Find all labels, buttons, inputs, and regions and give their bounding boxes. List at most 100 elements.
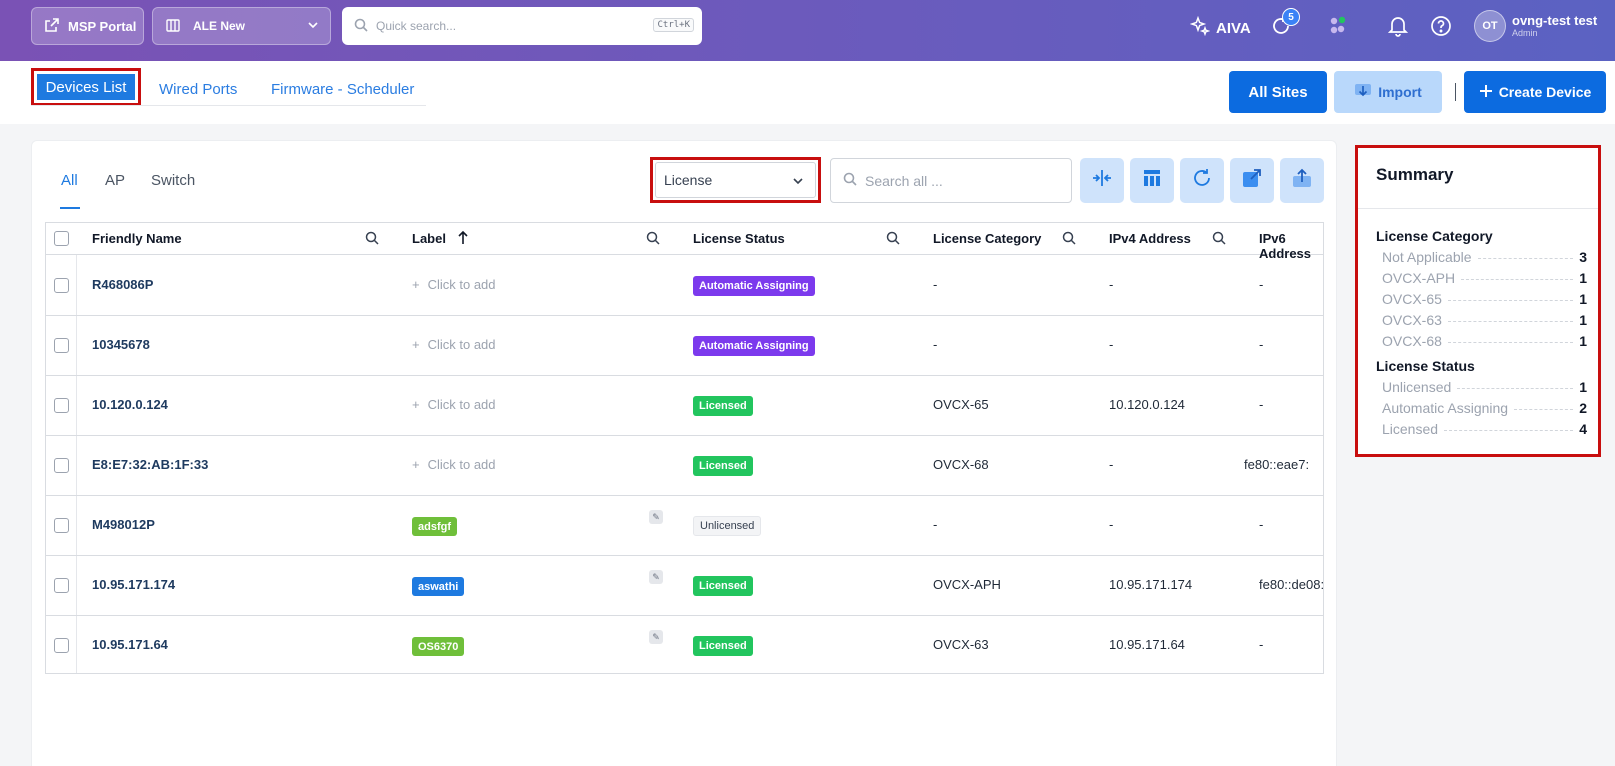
aiva-button[interactable]: AIVA: [1189, 15, 1251, 40]
search-icon[interactable]: [1062, 231, 1076, 250]
summary-title: Summary: [1376, 165, 1454, 184]
row-checkbox[interactable]: [54, 398, 69, 413]
license-category: OVCX-APH: [933, 577, 1001, 592]
filter-tab-all[interactable]: All: [61, 172, 78, 189]
edit-icon[interactable]: ✎: [649, 570, 663, 584]
tab-firmware-scheduler[interactable]: Firmware - Scheduler: [271, 81, 414, 98]
table-row[interactable]: M498012P adsfgf ✎ Unlicensed - - -: [46, 496, 1323, 556]
column-settings-button[interactable]: [1130, 158, 1174, 203]
select-all-checkbox[interactable]: [54, 231, 69, 246]
tasks-badge: 5: [1282, 8, 1300, 26]
aiva-label: AIVA: [1216, 19, 1251, 37]
header-license-category[interactable]: License Category: [933, 231, 1041, 246]
row-checkbox[interactable]: [54, 518, 69, 533]
table-row[interactable]: 10345678 + Click to add Automatic Assigni…: [46, 316, 1323, 376]
msp-portal-label: MSP Portal: [68, 18, 137, 34]
export-button[interactable]: [1280, 158, 1324, 203]
sort-ascending-icon[interactable]: [456, 230, 470, 250]
create-device-button[interactable]: Create Device: [1464, 71, 1606, 113]
user-name[interactable]: ovng-test test: [1512, 13, 1597, 28]
table-row[interactable]: R468086P + Click to add Automatic Assigni…: [46, 256, 1323, 316]
device-label-tag: aswathi: [412, 577, 465, 596]
chevron-down-icon: [791, 174, 805, 191]
filter-tab-switch[interactable]: Switch: [151, 172, 195, 189]
header-ipv4[interactable]: IPv4 Address: [1109, 231, 1191, 246]
refresh-icon: [1191, 167, 1213, 194]
ipv6-address: -: [1259, 397, 1264, 412]
friendly-name[interactable]: 10345678: [92, 337, 150, 352]
apps-icon[interactable]: [1327, 15, 1349, 42]
summary-category-heading: License Category: [1376, 228, 1493, 244]
chevron-down-icon: [306, 18, 320, 35]
friendly-name[interactable]: M498012P: [92, 517, 155, 532]
summary-item-count: 3: [1579, 249, 1587, 265]
search-icon[interactable]: [1212, 231, 1226, 250]
header-label[interactable]: Label: [412, 231, 446, 246]
summary-item: OVCX-68 1: [1382, 332, 1587, 350]
search-icon[interactable]: [886, 231, 900, 250]
table-row[interactable]: E8:E7:32:AB:1F:33 + Click to add Licensed…: [46, 436, 1323, 496]
open-external-button[interactable]: [1230, 158, 1274, 203]
all-sites-button[interactable]: All Sites: [1229, 71, 1327, 113]
friendly-name[interactable]: 10.95.171.64: [92, 637, 168, 652]
column-group-dropdown[interactable]: License: [650, 157, 821, 203]
header-license-status[interactable]: License Status: [693, 231, 785, 246]
avatar[interactable]: OT: [1474, 10, 1506, 42]
license-status-badge: Licensed: [693, 456, 753, 476]
row-checkbox[interactable]: [54, 458, 69, 473]
table-search-input[interactable]: Search all ...: [830, 158, 1072, 203]
bell-icon[interactable]: [1387, 15, 1409, 42]
license-status-badge: Automatic Assigning: [693, 276, 815, 296]
search-icon[interactable]: [365, 231, 379, 250]
summary-item: Not Applicable 3: [1382, 248, 1587, 266]
tab-devices-list[interactable]: Devices List: [31, 68, 141, 106]
tab-wired-ports[interactable]: Wired Ports: [159, 81, 237, 98]
help-icon[interactable]: [1430, 15, 1452, 42]
table-row[interactable]: 10.95.171.174 aswathi ✎ Licensed OVCX-AP…: [46, 556, 1323, 616]
row-checkbox[interactable]: [54, 338, 69, 353]
import-icon: [1354, 82, 1372, 103]
add-label-button[interactable]: + Click to add: [412, 457, 496, 472]
summary-item: OVCX-65 1: [1382, 290, 1587, 308]
edit-icon[interactable]: ✎: [649, 630, 663, 644]
table-row[interactable]: 10.95.171.64 OS6370 ✎ Licensed OVCX-63 1…: [46, 616, 1323, 673]
refresh-button[interactable]: [1180, 158, 1224, 203]
top-bar: MSP Portal ALE New Quick search... Ctrl+…: [0, 0, 1615, 61]
table-header: Friendly Name Label License Status Licen…: [46, 223, 1323, 261]
plus-icon: +: [412, 457, 420, 472]
quick-search-input[interactable]: Quick search... Ctrl+K: [342, 7, 702, 45]
license-category: -: [933, 517, 938, 532]
import-button[interactable]: Import: [1334, 71, 1442, 113]
friendly-name[interactable]: R468086P: [92, 277, 153, 292]
header-friendly-name[interactable]: Friendly Name: [92, 231, 182, 246]
summary-item-count: 1: [1579, 379, 1587, 395]
row-checkbox[interactable]: [54, 278, 69, 293]
summary-item: Licensed 4: [1382, 420, 1587, 438]
edit-icon[interactable]: ✎: [649, 510, 663, 524]
row-checkbox[interactable]: [54, 638, 69, 653]
summary-item-label: OVCX-65: [1382, 291, 1442, 307]
create-device-label: Create Device: [1498, 84, 1592, 100]
summary-item-label: Not Applicable: [1382, 249, 1472, 265]
row-checkbox[interactable]: [54, 578, 69, 593]
friendly-name[interactable]: E8:E7:32:AB:1F:33: [92, 457, 208, 472]
friendly-name[interactable]: 10.120.0.124: [92, 397, 168, 412]
collapse-columns-button[interactable]: [1080, 158, 1124, 203]
site-selector-label: ALE New: [193, 19, 246, 33]
license-category: -: [933, 337, 938, 352]
active-filter-indicator: [60, 207, 80, 209]
filter-tab-ap[interactable]: AP: [105, 172, 125, 189]
msp-portal-button[interactable]: MSP Portal: [31, 7, 144, 45]
add-label-button[interactable]: + Click to add: [412, 397, 496, 412]
user-role: Admin: [1512, 28, 1538, 38]
search-icon[interactable]: [646, 231, 660, 250]
table-row[interactable]: 10.120.0.124 + Click to add Licensed OVCX…: [46, 376, 1323, 436]
add-label-button[interactable]: + Click to add: [412, 277, 496, 292]
search-icon: [843, 172, 857, 189]
add-label-button[interactable]: + Click to add: [412, 337, 496, 352]
summary-item-label: Unlicensed: [1382, 379, 1452, 395]
site-selector[interactable]: ALE New: [152, 7, 331, 45]
ipv4-address: 10.95.171.174: [1109, 577, 1193, 592]
building-icon: [165, 17, 181, 36]
friendly-name[interactable]: 10.95.171.174: [92, 577, 175, 592]
